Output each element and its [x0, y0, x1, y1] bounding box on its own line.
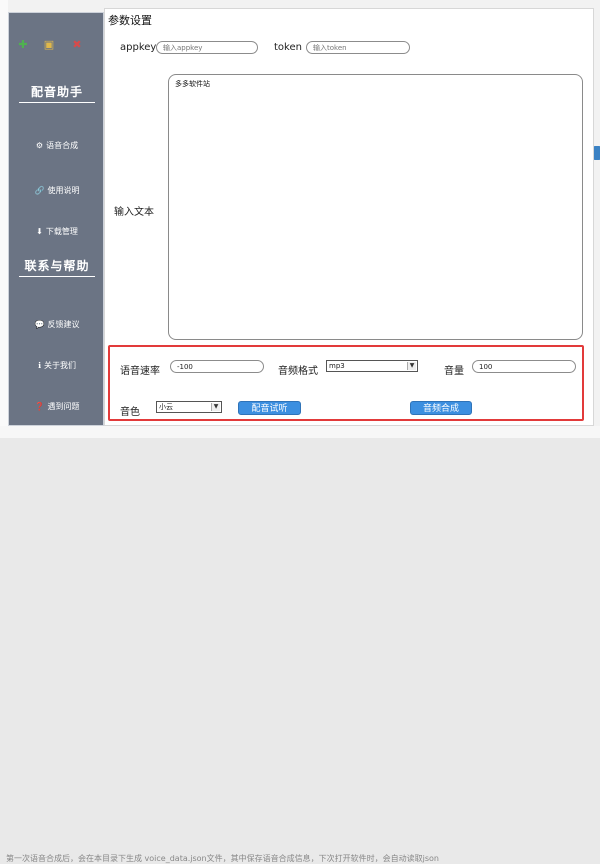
sidebar-item-speech-synthesis[interactable]: ⚙ 语音合成	[9, 137, 105, 153]
speech-rate-label: 语音速率	[120, 366, 160, 377]
close-icon[interactable]: ✖	[71, 39, 83, 51]
background-footer-text: 第一次语音合成后，会在本目录下生成 voice_data.json文件，其中保存…	[6, 854, 439, 863]
token-input[interactable]	[306, 41, 410, 54]
volume-input[interactable]	[472, 360, 576, 373]
appkey-label: appkey	[120, 42, 157, 53]
speech-rate-input[interactable]	[170, 360, 264, 373]
info-icon: ℹ	[37, 360, 42, 370]
sidebar-item-label: 下载管理	[45, 226, 78, 236]
link-icon: 🔗	[34, 185, 45, 195]
synthesize-audio-button[interactable]: 音频合成	[410, 401, 472, 415]
sidebar-item-label: 使用说明	[47, 185, 80, 195]
preview-voice-button[interactable]: 配音试听	[238, 401, 301, 415]
minimize-icon[interactable]: ✚	[17, 39, 29, 51]
appkey-input[interactable]	[156, 41, 258, 54]
audio-format-select[interactable]: mp3 ▼	[326, 360, 418, 372]
question-icon: ❓	[34, 401, 45, 411]
sidebar-item-downloads[interactable]: ⬇ 下载管理	[9, 223, 105, 239]
sidebar-section-title: 配音助手	[19, 83, 95, 103]
chat-icon: 💬	[34, 319, 45, 329]
voice-value: 小云	[159, 403, 173, 411]
audio-format-label: 音频格式	[278, 366, 318, 377]
sidebar: ✚ ▣ ✖ 配音助手 ⚙ 语音合成 🔗 使用说明 ⬇ 下载管理 联系与帮助 💬 …	[8, 12, 104, 426]
chevron-down-icon: ▼	[407, 362, 416, 370]
voice-select[interactable]: 小云 ▼	[156, 401, 222, 413]
page-title: 参数设置	[108, 14, 152, 27]
text-input-area[interactable]: 多多软件站	[168, 74, 583, 340]
sidebar-item-help[interactable]: ❓ 遇到问题	[9, 398, 105, 414]
window-controls: ✚ ▣ ✖	[17, 39, 97, 53]
background-left-strip	[0, 0, 8, 438]
sidebar-item-label: 遇到问题	[47, 401, 80, 411]
background-footer: 第一次语音合成后，会在本目录下生成 voice_data.json文件，其中保存…	[0, 426, 600, 863]
download-icon: ⬇	[36, 226, 43, 236]
sidebar-item-label: 语音合成	[46, 140, 79, 150]
sidebar-item-label: 反馈建议	[47, 319, 80, 329]
sidebar-section-title: 联系与帮助	[19, 257, 95, 277]
maximize-icon[interactable]: ▣	[43, 39, 55, 51]
sidebar-item-label: 关于我们	[44, 360, 77, 370]
sidebar-item-feedback[interactable]: 💬 反馈建议	[9, 316, 105, 332]
gear-icon: ⚙	[35, 140, 44, 150]
input-text-label: 输入文本	[114, 207, 154, 218]
audio-format-value: mp3	[329, 362, 345, 370]
token-label: token	[274, 42, 302, 53]
sidebar-item-about[interactable]: ℹ 关于我们	[9, 357, 105, 373]
volume-label: 音量	[444, 366, 464, 377]
sidebar-item-instructions[interactable]: 🔗 使用说明	[9, 182, 105, 198]
voice-label: 音色	[120, 407, 140, 418]
chevron-down-icon: ▼	[211, 403, 220, 411]
